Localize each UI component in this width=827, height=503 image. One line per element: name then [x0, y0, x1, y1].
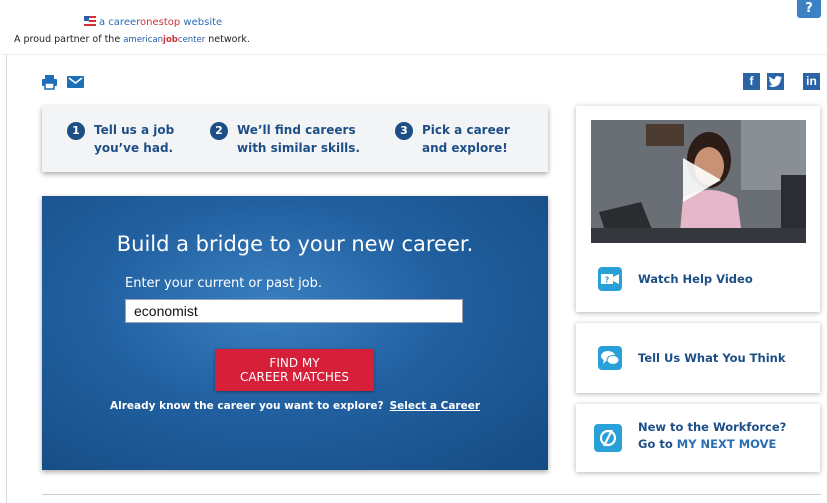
find-career-matches-button[interactable]: FIND MY CAREER MATCHES	[215, 349, 374, 391]
footer-divider	[42, 494, 821, 495]
watch-help-video-link[interactable]: Watch Help Video	[638, 271, 753, 288]
printer-icon[interactable]	[41, 74, 58, 90]
select-career-prompt: Already know the career you want to expl…	[42, 400, 548, 412]
step-number: 1	[67, 122, 85, 140]
my-next-move-logo-icon	[594, 424, 622, 452]
bird-icon	[769, 76, 782, 87]
career-search-panel: Build a bridge to your new career. Enter…	[42, 196, 548, 470]
envelope-icon[interactable]	[67, 74, 84, 90]
partner-line: A proud partner of the americanjobcenter…	[14, 34, 250, 45]
my-next-move-brand: MY NEXT MOVE	[676, 437, 777, 451]
step-text: We’ll find careers with similar skills.	[237, 123, 360, 155]
left-border	[6, 0, 7, 503]
job-input-label: Enter your current or past job.	[125, 276, 323, 291]
svg-text:?: ?	[605, 276, 610, 285]
select-career-link[interactable]: Select a Career	[390, 400, 480, 412]
step-number: 3	[395, 122, 413, 140]
video-thumbnail[interactable]	[591, 120, 806, 243]
workforce-line1: New to the Workforce?	[638, 420, 787, 434]
cos-mid: onestop	[140, 17, 181, 28]
partner-suffix: network.	[205, 34, 250, 45]
help-video-card: ? Watch Help Video	[576, 106, 820, 312]
step-text: Tell us a job you’ve had.	[94, 123, 175, 155]
cos-prefix: a career	[99, 17, 141, 28]
ajc-logo[interactable]: americanjobcenter	[123, 35, 205, 45]
site-header: a careeronestop website A proud partner …	[0, 0, 827, 55]
help-icon[interactable]: ?	[797, 0, 821, 18]
partner-prefix: A proud partner of the	[14, 34, 124, 45]
step-text: Pick a career and explore!	[422, 123, 510, 155]
workforce-line2-prefix: Go to	[638, 437, 677, 451]
play-icon[interactable]	[683, 158, 721, 202]
cos-suffix: website	[180, 17, 223, 28]
flag-icon	[84, 16, 96, 26]
job-search-input[interactable]	[125, 299, 463, 323]
feedback-card: Tell Us What You Think	[576, 323, 820, 393]
my-next-move-card: New to the Workforce? Go to MY NEXT MOVE	[576, 404, 820, 472]
know-text: Already know the career you want to expl…	[109, 400, 384, 412]
linkedin-icon[interactable]: in	[803, 73, 820, 90]
my-next-move-link[interactable]: New to the Workforce? Go to MY NEXT MOVE	[638, 419, 786, 453]
facebook-icon[interactable]: f	[743, 73, 760, 90]
twitter-icon[interactable]	[767, 73, 784, 90]
tell-us-what-you-think-link[interactable]: Tell Us What You Think	[638, 350, 786, 367]
step-number: 2	[210, 122, 228, 140]
steps-banner: 1 Tell us a job you’ve had. 2 We’ll find …	[42, 106, 548, 172]
video-camera-icon: ?	[598, 267, 622, 291]
speech-bubble-icon	[598, 346, 622, 370]
careeronestop-tagline[interactable]: a careeronestop website	[84, 16, 222, 28]
hero-title: Build a bridge to your new career.	[116, 232, 474, 256]
